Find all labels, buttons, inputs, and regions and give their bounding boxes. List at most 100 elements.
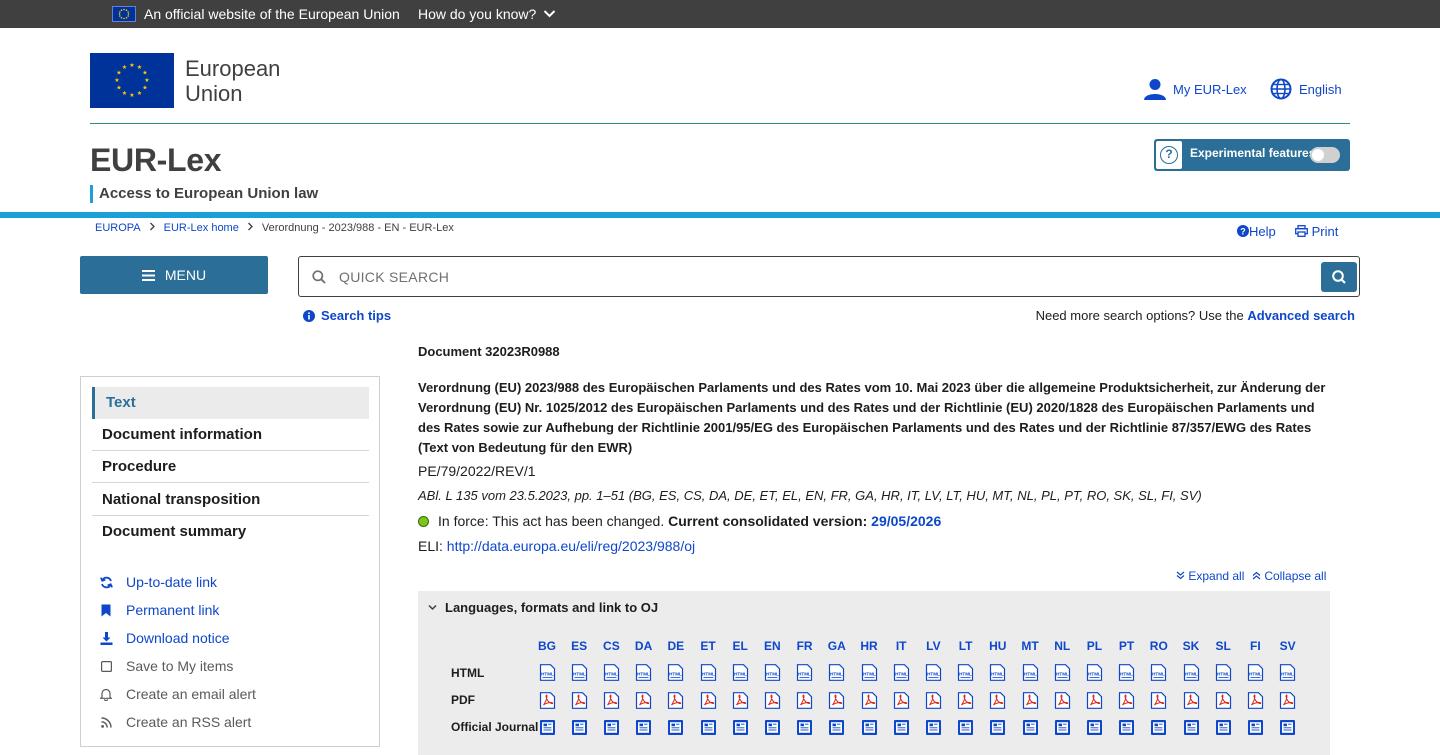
pdf-icon[interactable] xyxy=(1279,692,1296,709)
site-title[interactable]: EUR-Lex xyxy=(90,142,222,179)
html-icon[interactable]: HTML xyxy=(764,664,781,681)
sidebar-item-document-summary[interactable]: Document summary xyxy=(92,516,369,548)
html-icon[interactable]: HTML xyxy=(1215,664,1232,681)
pdf-icon[interactable] xyxy=(1118,692,1135,709)
official-journal-icon[interactable] xyxy=(764,719,781,736)
menu-button[interactable]: MENU xyxy=(80,256,268,294)
print-link[interactable]: Print xyxy=(1295,224,1338,239)
html-icon[interactable]: HTML xyxy=(603,664,620,681)
help-link[interactable]: ? Help xyxy=(1237,224,1276,239)
pdf-icon[interactable] xyxy=(1215,692,1232,709)
pdf-icon[interactable] xyxy=(925,692,942,709)
html-icon[interactable]: HTML xyxy=(828,664,845,681)
html-icon[interactable]: HTML xyxy=(861,664,878,681)
official-journal-icon[interactable] xyxy=(861,719,878,736)
pdf-icon[interactable] xyxy=(989,692,1006,709)
download-notice-link[interactable]: Download notice xyxy=(99,628,230,648)
html-icon[interactable]: HTML xyxy=(571,664,588,681)
consolidated-version-link[interactable]: 29/05/2026 xyxy=(871,513,941,529)
pdf-icon[interactable] xyxy=(861,692,878,709)
sidebar-item-procedure[interactable]: Procedure xyxy=(92,451,369,483)
up-to-date-link[interactable]: Up-to-date link xyxy=(99,572,217,592)
html-icon[interactable]: HTML xyxy=(893,664,910,681)
breadcrumb-europa[interactable]: EUROPA xyxy=(95,222,141,234)
permanent-link[interactable]: Permanent link xyxy=(99,600,219,620)
search-submit-button[interactable] xyxy=(1321,262,1357,292)
html-icon[interactable]: HTML xyxy=(700,664,717,681)
official-journal-icon[interactable] xyxy=(828,719,845,736)
official-journal-icon[interactable] xyxy=(957,719,974,736)
pdf-icon[interactable] xyxy=(732,692,749,709)
pdf-icon[interactable] xyxy=(1022,692,1039,709)
html-icon[interactable]: HTML xyxy=(1150,664,1167,681)
official-journal-icon[interactable] xyxy=(925,719,942,736)
official-journal-icon[interactable] xyxy=(635,719,652,736)
advanced-search-link[interactable]: Advanced search xyxy=(1247,308,1355,323)
html-icon[interactable]: HTML xyxy=(1247,664,1264,681)
official-journal-icon[interactable] xyxy=(1086,719,1103,736)
sidebar-item-document-information[interactable]: Document information xyxy=(92,419,369,451)
html-icon[interactable]: HTML xyxy=(1086,664,1103,681)
official-journal-icon[interactable] xyxy=(667,719,684,736)
quick-search-input[interactable] xyxy=(339,265,1299,289)
pdf-icon[interactable] xyxy=(1086,692,1103,709)
sidebar-item-national-transposition[interactable]: National transposition xyxy=(92,484,369,516)
official-journal-icon[interactable] xyxy=(1247,719,1264,736)
official-journal-icon[interactable] xyxy=(1054,719,1071,736)
collapse-all-link[interactable]: Collapse all xyxy=(1252,569,1326,583)
official-journal-icon[interactable] xyxy=(1279,719,1296,736)
pdf-icon[interactable] xyxy=(603,692,620,709)
html-icon[interactable]: HTML xyxy=(1183,664,1200,681)
eu-logo[interactable]: ★ ★ ★ ★ ★ ★ ★ ★ ★ ★ ★ ★ xyxy=(90,53,174,108)
official-journal-icon[interactable] xyxy=(796,719,813,736)
create-rss-alert-link[interactable]: Create an RSS alert xyxy=(99,712,251,732)
official-journal-icon[interactable] xyxy=(1022,719,1039,736)
eli-link[interactable]: http://data.europa.eu/eli/reg/2023/988/o… xyxy=(447,538,695,554)
pdf-icon[interactable] xyxy=(957,692,974,709)
official-journal-icon[interactable] xyxy=(893,719,910,736)
expand-all-link[interactable]: Expand all xyxy=(1176,569,1244,583)
official-journal-icon[interactable] xyxy=(1215,719,1232,736)
html-icon[interactable]: HTML xyxy=(1022,664,1039,681)
official-journal-icon[interactable] xyxy=(603,719,620,736)
language-selector[interactable]: English xyxy=(1270,77,1342,101)
html-icon[interactable]: HTML xyxy=(667,664,684,681)
pdf-icon[interactable] xyxy=(1150,692,1167,709)
pdf-icon[interactable] xyxy=(700,692,717,709)
html-icon[interactable]: HTML xyxy=(925,664,942,681)
pdf-icon[interactable] xyxy=(1247,692,1264,709)
official-journal-icon[interactable] xyxy=(1183,719,1200,736)
pdf-icon[interactable] xyxy=(1183,692,1200,709)
help-question-icon[interactable]: ? xyxy=(1156,141,1182,169)
pdf-icon[interactable] xyxy=(571,692,588,709)
how-do-you-know-button[interactable]: How do you know? xyxy=(418,6,536,22)
pdf-icon[interactable] xyxy=(1054,692,1071,709)
pdf-icon[interactable] xyxy=(635,692,652,709)
sidebar-item-text[interactable]: Text xyxy=(92,387,369,419)
pdf-icon[interactable] xyxy=(667,692,684,709)
html-icon[interactable]: HTML xyxy=(635,664,652,681)
pdf-icon[interactable] xyxy=(764,692,781,709)
chevron-down-icon[interactable] xyxy=(543,8,556,20)
official-journal-icon[interactable] xyxy=(1150,719,1167,736)
html-icon[interactable]: HTML xyxy=(732,664,749,681)
experimental-features-toggle[interactable]: ? Experimental features xyxy=(1154,139,1350,171)
html-icon[interactable]: HTML xyxy=(1054,664,1071,681)
search-tips-link[interactable]: Search tips xyxy=(303,308,391,323)
official-journal-icon[interactable] xyxy=(571,719,588,736)
official-journal-icon[interactable] xyxy=(700,719,717,736)
html-icon[interactable]: HTML xyxy=(957,664,974,681)
pdf-icon[interactable] xyxy=(796,692,813,709)
html-icon[interactable]: HTML xyxy=(796,664,813,681)
official-journal-icon[interactable] xyxy=(989,719,1006,736)
official-journal-icon[interactable] xyxy=(539,719,556,736)
pdf-icon[interactable] xyxy=(893,692,910,709)
official-journal-icon[interactable] xyxy=(732,719,749,736)
html-icon[interactable]: HTML xyxy=(1118,664,1135,681)
official-journal-icon[interactable] xyxy=(1118,719,1135,736)
pdf-icon[interactable] xyxy=(539,692,556,709)
html-icon[interactable]: HTML xyxy=(539,664,556,681)
languages-panel-header[interactable]: Languages, formats and link to OJ xyxy=(428,600,658,615)
html-icon[interactable]: HTML xyxy=(989,664,1006,681)
html-icon[interactable]: HTML xyxy=(1279,664,1296,681)
